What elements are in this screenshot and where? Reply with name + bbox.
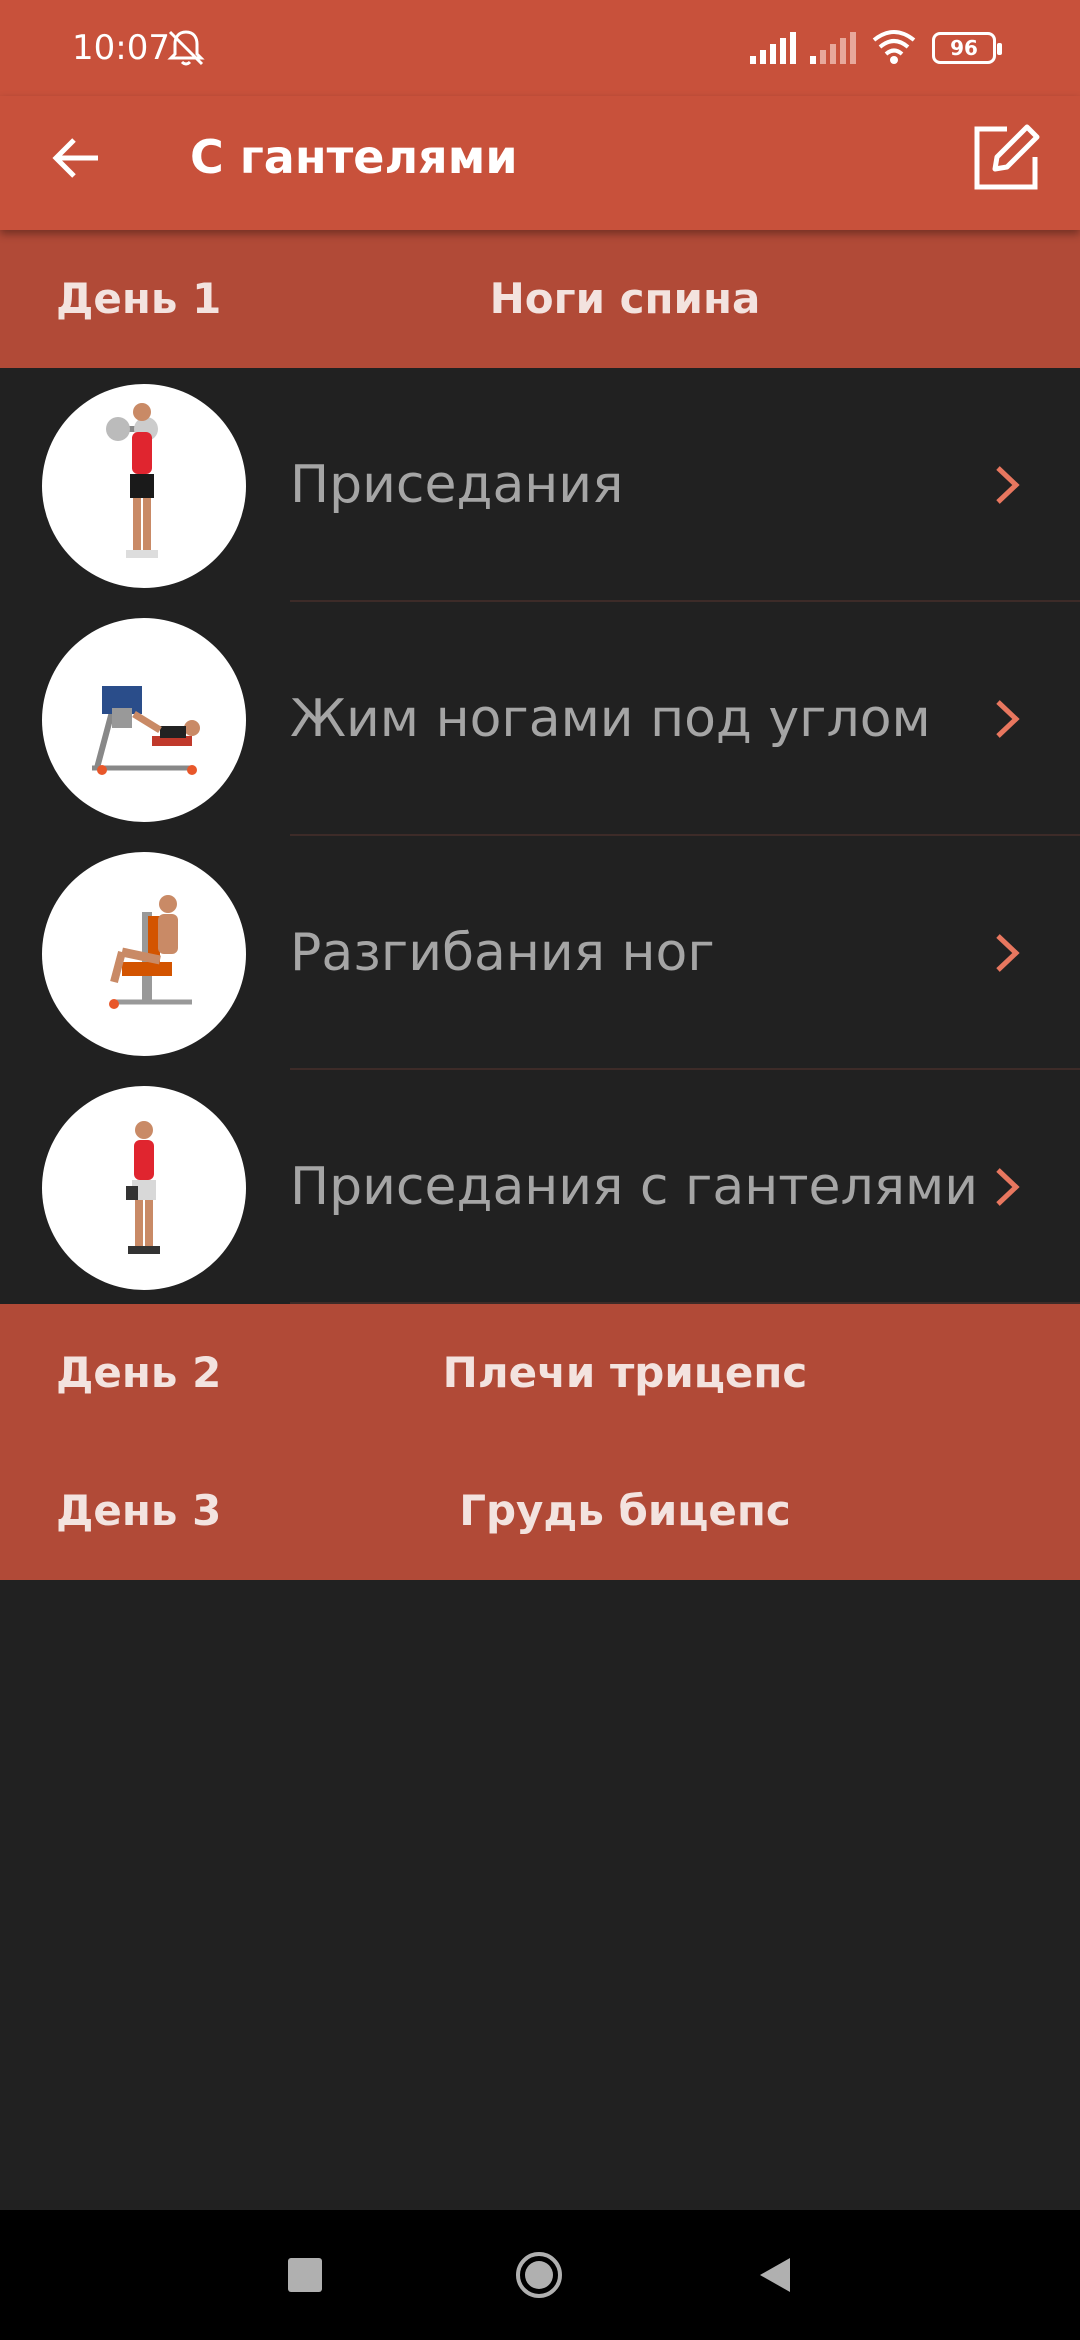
back-button[interactable] xyxy=(40,122,112,194)
edit-icon xyxy=(974,124,1040,190)
exercise-row-squat[interactable]: Приседания xyxy=(0,368,1080,602)
exercise-row-dumbbell-squat[interactable]: Приседания с гантелями xyxy=(0,1070,1080,1304)
battery-level: 96 xyxy=(950,36,978,60)
recent-apps-icon[interactable] xyxy=(280,2250,330,2300)
signal-icon xyxy=(750,32,796,64)
chevron-right-icon xyxy=(996,466,1020,504)
exercise-name: Приседания с гантелями xyxy=(290,1157,979,1217)
status-time: 10:07 xyxy=(72,28,170,68)
battery-icon: 96 xyxy=(932,32,1002,64)
exercise-name: Разгибания ног xyxy=(290,923,715,983)
exercise-name: Приседания xyxy=(290,455,624,515)
exercise-row-leg-extension[interactable]: Разгибания ног xyxy=(0,836,1080,1070)
day-name: Ноги спина xyxy=(489,274,761,323)
day-header-2[interactable]: День 2 Плечи трицепс xyxy=(0,1304,1080,1442)
day-label: День 1 xyxy=(56,274,222,323)
leg-press-illustration xyxy=(42,618,246,822)
day-header-3[interactable]: День 3 Грудь бицепс xyxy=(0,1442,1080,1580)
back-nav-icon[interactable] xyxy=(750,2250,800,2300)
arrow-back-icon xyxy=(52,138,98,178)
edit-button[interactable] xyxy=(966,118,1046,198)
day-name: Плечи трицепс xyxy=(442,1348,808,1397)
exercise-name: Жим ногами под углом xyxy=(290,689,931,749)
chevron-right-icon xyxy=(996,700,1020,738)
page-title: С гантелями xyxy=(190,130,518,184)
signal-weak-icon xyxy=(810,32,856,64)
wifi-icon xyxy=(872,30,916,64)
bell-muted-icon xyxy=(167,30,205,66)
status-bar: 10:07 96 xyxy=(0,0,1080,96)
chevron-right-icon xyxy=(996,1168,1020,1206)
chevron-right-icon xyxy=(996,934,1020,972)
squat-illustration xyxy=(42,384,246,588)
day-label: День 3 xyxy=(56,1486,222,1535)
day-header-1[interactable]: День 1 Ноги спина xyxy=(0,230,1080,368)
day-label: День 2 xyxy=(56,1348,222,1397)
leg-extension-illustration xyxy=(42,852,246,1056)
day-name: Грудь бицепс xyxy=(459,1486,791,1535)
exercise-row-leg-press[interactable]: Жим ногами под углом xyxy=(0,602,1080,836)
navigation-bar xyxy=(0,2210,1080,2340)
dumbbell-squat-illustration xyxy=(42,1086,246,1290)
home-icon[interactable] xyxy=(514,2250,564,2300)
app-bar: С гантелями xyxy=(0,96,1080,230)
